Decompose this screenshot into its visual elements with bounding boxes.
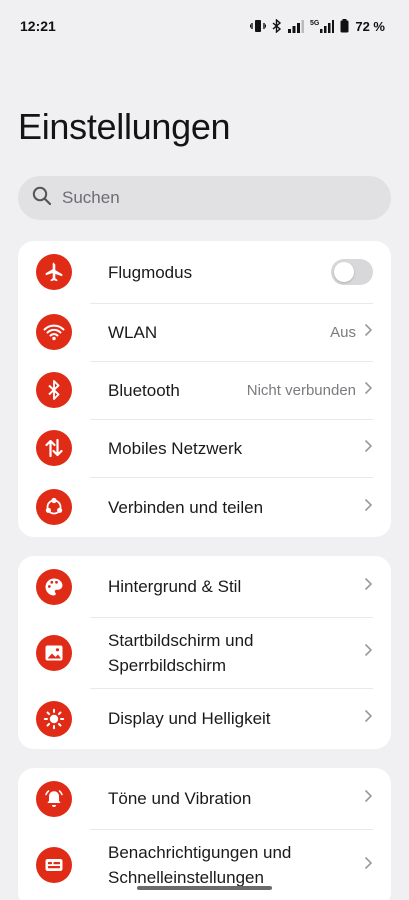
settings-item-value: Aus — [330, 323, 356, 341]
settings-item-label: Bluetooth — [108, 380, 180, 400]
search-icon — [32, 186, 52, 211]
settings-item-label: Benachrichtigungen und Schnelleinstellun… — [108, 843, 292, 887]
settings-item-hintergrund-stil[interactable]: Hintergrund & Stil — [18, 556, 391, 617]
settings-item-label: Verbinden und teilen — [108, 497, 264, 517]
settings-item-flugmodus[interactable]: Flugmodus — [18, 241, 391, 303]
settings-group-connectivity: Flugmodus WLAN Aus Bluetooth Nicht verbu… — [18, 241, 391, 537]
airplane-icon — [36, 254, 72, 290]
home-indicator[interactable] — [137, 886, 272, 890]
bluetooth-icon — [36, 372, 72, 408]
chevron-right-icon — [364, 709, 373, 728]
search-input[interactable]: Suchen — [18, 176, 391, 220]
toggle-knob — [334, 262, 354, 282]
settings-item-wlan[interactable]: WLAN Aus — [18, 303, 391, 361]
settings-item-label: Startbildschirm und Sperrbildschirm — [108, 630, 254, 675]
settings-item-label: Flugmodus — [108, 262, 193, 282]
settings-item-verbinden-teilen[interactable]: Verbinden und teilen — [18, 477, 391, 537]
battery-level: 72 % — [355, 18, 385, 34]
settings-group-sound-notifications: Töne und Vibration Benachrichtigungen un… — [18, 768, 391, 900]
settings-item-label: Töne und Vibration — [108, 789, 252, 808]
bell-icon — [36, 780, 72, 817]
settings-item-startbildschirm[interactable]: Startbildschirm und Sperrbildschirm — [18, 617, 391, 688]
settings-item-value: Nicht verbunden — [246, 381, 356, 399]
settings-group-personalization: Hintergrund & Stil Startbildschirm und S… — [18, 556, 391, 749]
settings-item-bluetooth[interactable]: Bluetooth Nicht verbunden — [18, 361, 391, 419]
status-time: 12:21 — [20, 18, 56, 34]
status-icons: 5G 72 % — [250, 19, 385, 34]
palette-icon — [36, 568, 72, 605]
mobile-data-icon — [36, 430, 72, 466]
settings-item-label: WLAN — [108, 322, 158, 342]
chevron-right-icon — [364, 381, 373, 400]
chevron-right-icon — [364, 577, 373, 596]
vibrate-icon — [250, 19, 267, 33]
settings-item-mobiles-netzwerk[interactable]: Mobiles Netzwerk — [18, 419, 391, 477]
settings-item-label: Hintergrund & Stil — [108, 577, 242, 596]
bluetooth-status-icon — [272, 19, 282, 33]
chevron-right-icon — [364, 498, 373, 517]
settings-item-label: Display und Helligkeit — [108, 709, 271, 728]
chevron-right-icon — [364, 643, 373, 662]
notification-icon — [36, 847, 72, 883]
signal-5g-icon: 5G — [310, 19, 335, 33]
chevron-right-icon — [364, 789, 373, 808]
wifi-icon — [36, 314, 72, 350]
status-bar: 12:21 5G 72 % — [0, 0, 409, 52]
settings-item-toene[interactable]: Töne und Vibration — [18, 768, 391, 829]
chevron-right-icon — [364, 323, 373, 342]
settings-item-display[interactable]: Display und Helligkeit — [18, 688, 391, 749]
search-placeholder: Suchen — [62, 188, 120, 207]
page-title: Einstellungen — [18, 106, 231, 147]
chevron-right-icon — [364, 856, 373, 875]
share-nodes-icon — [36, 489, 72, 525]
signal-icon — [288, 19, 305, 33]
chevron-right-icon — [364, 439, 373, 458]
airplane-mode-toggle[interactable] — [331, 259, 373, 285]
settings-item-label: Mobiles Netzwerk — [108, 438, 243, 458]
brightness-icon — [36, 700, 72, 737]
wallpaper-icon — [36, 634, 72, 671]
battery-icon — [340, 19, 349, 33]
